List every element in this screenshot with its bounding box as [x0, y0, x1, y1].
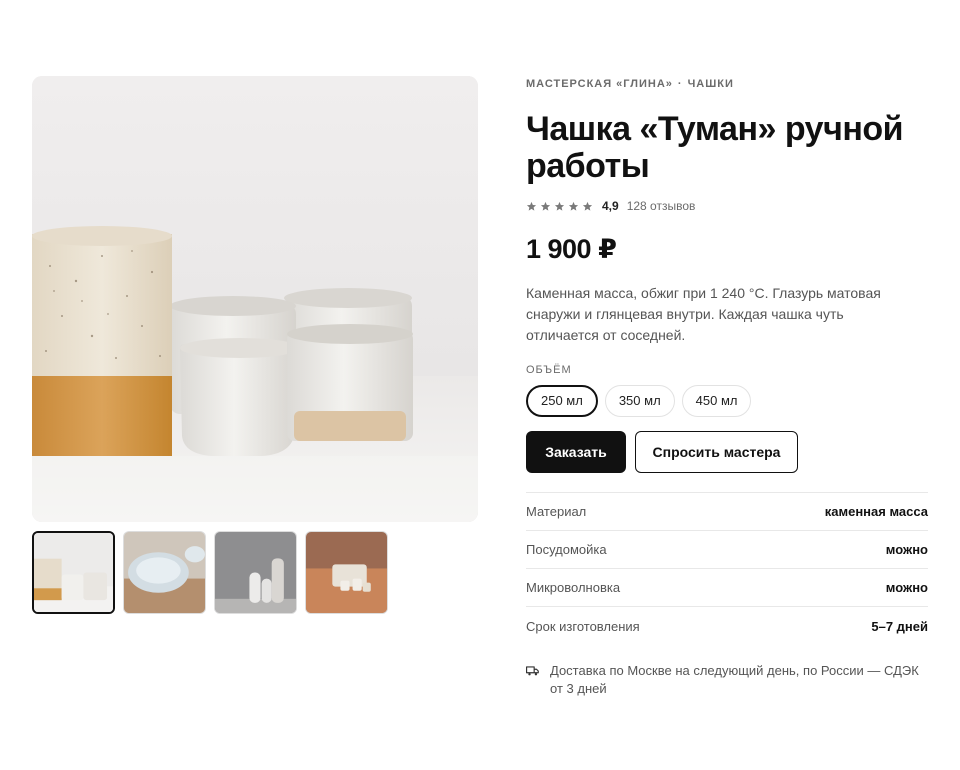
breadcrumb: МАСТЕРСКАЯ «ГЛИНА» · ЧАШКИ: [526, 78, 928, 90]
reviews-count: 128 отзывов: [626, 199, 696, 213]
specs-table: Материал каменная масса Посудомойка можн…: [526, 492, 928, 645]
star-icon: [526, 201, 537, 211]
spec-row: Срок изготовления 5–7 дней: [526, 607, 928, 645]
breadcrumb-separator: ·: [677, 78, 683, 90]
thumbnail-1[interactable]: [32, 531, 115, 614]
spec-row: Материал каменная масса: [526, 493, 928, 531]
thumbnail-2[interactable]: [123, 531, 206, 614]
volume-option-450[interactable]: 450 мл: [681, 385, 752, 417]
delivery-info: Доставка по Москве на следующий день, по…: [526, 662, 928, 698]
breadcrumb-category-link[interactable]: ЧАШКИ: [688, 78, 734, 90]
star-icon: [540, 201, 551, 211]
spec-value: 5–7 дней: [871, 618, 928, 634]
ask-master-button[interactable]: Спросить мастера: [635, 431, 798, 473]
spec-key: Микроволновка: [526, 580, 621, 595]
thumbnail-3[interactable]: [214, 531, 297, 614]
spec-row: Микроволновка можно: [526, 569, 928, 607]
order-button[interactable]: Заказать: [526, 431, 626, 473]
spec-value: каменная масса: [824, 504, 928, 519]
spec-key: Посудомойка: [526, 542, 607, 557]
product-price: 1 900 ₽: [526, 234, 617, 264]
star-icon: [568, 201, 579, 211]
volume-label: ОБЪЁМ: [526, 364, 572, 376]
spec-key: Материал: [526, 504, 587, 519]
spec-row: Посудомойка можно: [526, 531, 928, 569]
volume-option-350[interactable]: 350 мл: [604, 385, 675, 417]
star-icon: [554, 201, 565, 211]
product-rating[interactable]: 4,9 128 отзывов: [526, 199, 928, 213]
product-actions: Заказать Спросить мастера: [526, 431, 928, 473]
product-info: МАСТЕРСКАЯ «ГЛИНА» · ЧАШКИ Чашка «Туман»…: [526, 78, 928, 698]
thumbnail-4[interactable]: [305, 531, 388, 614]
rating-stars: [526, 201, 593, 212]
thumbnail-strip: [32, 531, 388, 614]
spec-key: Срок изготовления: [526, 618, 640, 634]
delivery-text: Доставка по Москве на следующий день, по…: [550, 663, 919, 696]
spec-value: можно: [885, 542, 928, 557]
product-description: Каменная масса, обжиг при 1 240 °C. Глаз…: [526, 285, 881, 343]
truck-icon: [526, 666, 539, 676]
rating-score: 4,9: [602, 199, 619, 213]
star-icon: [582, 201, 593, 211]
breadcrumb-shop-link[interactable]: МАСТЕРСКАЯ «ГЛИНА»: [526, 78, 673, 90]
spec-value: можно: [885, 580, 928, 595]
product-main-image[interactable]: [32, 76, 478, 522]
volume-selector: 250 мл 350 мл 450 мл: [526, 385, 928, 417]
product-title: Чашка «Туман» ручной работы: [526, 110, 904, 185]
volume-option-250[interactable]: 250 мл: [526, 385, 598, 417]
